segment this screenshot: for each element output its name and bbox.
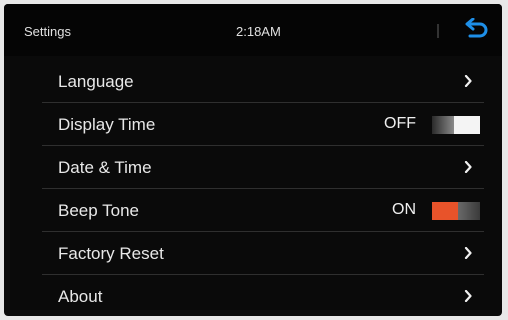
toggle-track <box>458 202 480 220</box>
settings-item-about[interactable]: About <box>42 275 484 316</box>
toggle-state-label: OFF <box>384 115 416 132</box>
chevron-right-icon <box>464 290 472 302</box>
settings-list: Language Display Time OFF Date & Time Be… <box>42 60 484 316</box>
beep-tone-toggle[interactable] <box>432 202 480 220</box>
chevron-right-icon <box>464 161 472 173</box>
settings-item-display-time: Display Time OFF <box>42 103 484 146</box>
settings-item-beep-tone: Beep Tone ON <box>42 189 484 232</box>
settings-item-label: Date & Time <box>58 158 152 177</box>
status-bar: Settings 2:18AM <box>4 4 502 56</box>
settings-item-label: Beep Tone <box>58 201 139 220</box>
settings-item-label: Factory Reset <box>58 244 164 263</box>
toggle-knob <box>432 202 458 220</box>
signal-icon <box>437 24 439 38</box>
chevron-right-icon <box>464 247 472 259</box>
settings-item-date-time[interactable]: Date & Time <box>42 146 484 189</box>
settings-item-label: Display Time <box>58 115 156 134</box>
settings-item-label: Language <box>58 72 134 91</box>
toggle-state-label: ON <box>392 201 416 218</box>
chevron-right-icon <box>464 75 472 87</box>
settings-item-factory-reset[interactable]: Factory Reset <box>42 232 484 275</box>
toggle-knob <box>454 116 480 134</box>
display-time-toggle[interactable] <box>432 116 480 134</box>
toggle-track <box>432 116 454 134</box>
clock: 2:18AM <box>236 24 281 39</box>
settings-item-language[interactable]: Language <box>42 60 484 103</box>
settings-item-label: About <box>58 287 103 306</box>
page-title: Settings <box>24 24 71 39</box>
settings-screen: Settings 2:18AM Language Display Time OF… <box>4 4 502 316</box>
back-button[interactable] <box>462 18 490 44</box>
